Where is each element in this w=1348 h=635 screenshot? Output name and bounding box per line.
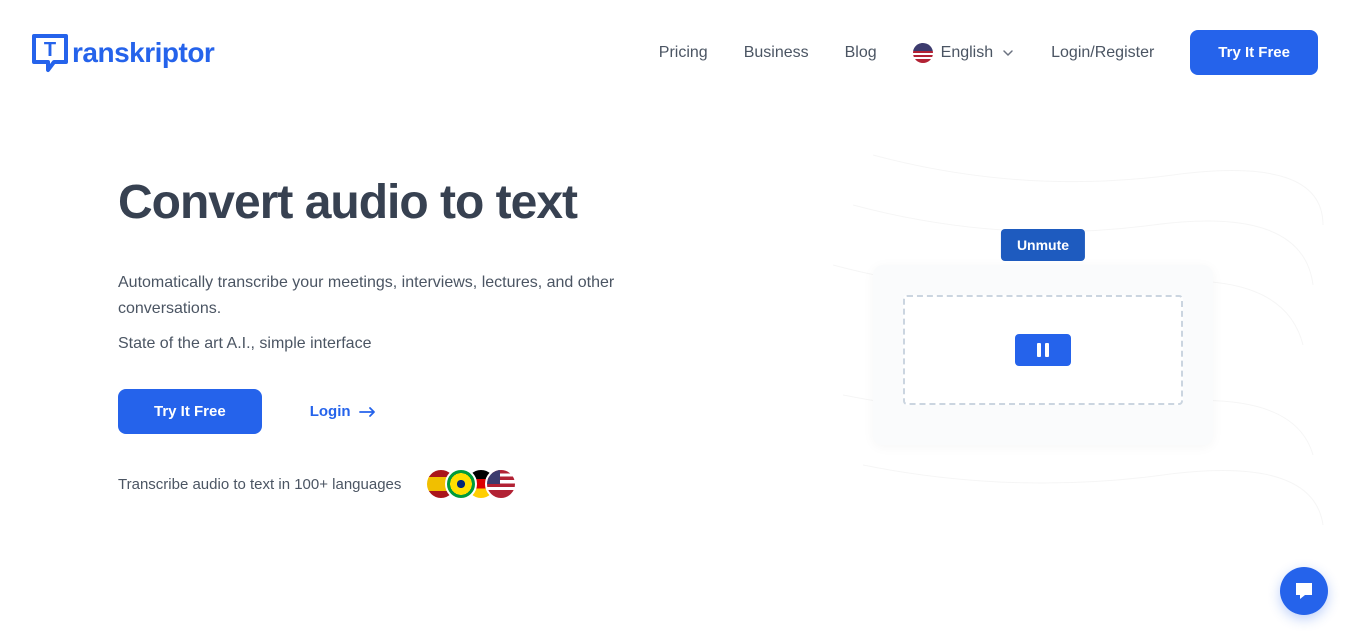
hero-subtext-2: State of the art A.I., simple interface (118, 335, 678, 353)
main-nav: Pricing Business Blog English Login/Regi… (659, 30, 1318, 75)
svg-text:T: T (44, 39, 56, 61)
hero-left: Convert audio to text Automatically tran… (118, 175, 678, 500)
nav-pricing[interactable]: Pricing (659, 44, 708, 62)
pause-button[interactable] (1015, 334, 1071, 366)
unmute-button[interactable]: Unmute (1001, 229, 1085, 261)
hero-right: Unmute (738, 175, 1348, 500)
languages-label: Transcribe audio to text in 100+ languag… (118, 476, 401, 493)
demo-video-card (873, 265, 1213, 445)
logo-text: ranskriptor (72, 37, 214, 69)
us-flag-icon (913, 43, 933, 63)
chevron-down-icon (1001, 46, 1015, 60)
cta-row: Try It Free Login (118, 389, 678, 434)
pause-icon (1037, 343, 1049, 357)
language-selector[interactable]: English (913, 43, 1015, 63)
login-link[interactable]: Login (310, 403, 377, 420)
brazil-flag-icon (445, 468, 477, 500)
logo[interactable]: T ranskriptor (30, 32, 214, 74)
chat-widget-button[interactable] (1280, 567, 1328, 615)
main-content: Convert audio to text Automatically tran… (0, 75, 1348, 500)
languages-row: Transcribe audio to text in 100+ languag… (118, 468, 678, 500)
arrow-right-icon (359, 406, 377, 418)
header: T ranskriptor Pricing Business Blog Engl… (0, 0, 1348, 75)
try-free-button-header[interactable]: Try It Free (1190, 30, 1318, 75)
flags-stack (425, 468, 517, 500)
chat-icon (1292, 579, 1316, 603)
try-free-button-hero[interactable]: Try It Free (118, 389, 262, 434)
logo-icon: T (30, 32, 70, 74)
nav-blog[interactable]: Blog (845, 44, 877, 62)
usa-flag-icon (485, 468, 517, 500)
upload-dropzone[interactable] (903, 295, 1183, 405)
hero-headline: Convert audio to text (118, 175, 678, 230)
hero-subtext-1: Automatically transcribe your meetings, … (118, 270, 678, 321)
login-register-link[interactable]: Login/Register (1051, 44, 1154, 62)
nav-business[interactable]: Business (744, 44, 809, 62)
login-link-label: Login (310, 403, 351, 420)
language-label: English (941, 44, 993, 62)
